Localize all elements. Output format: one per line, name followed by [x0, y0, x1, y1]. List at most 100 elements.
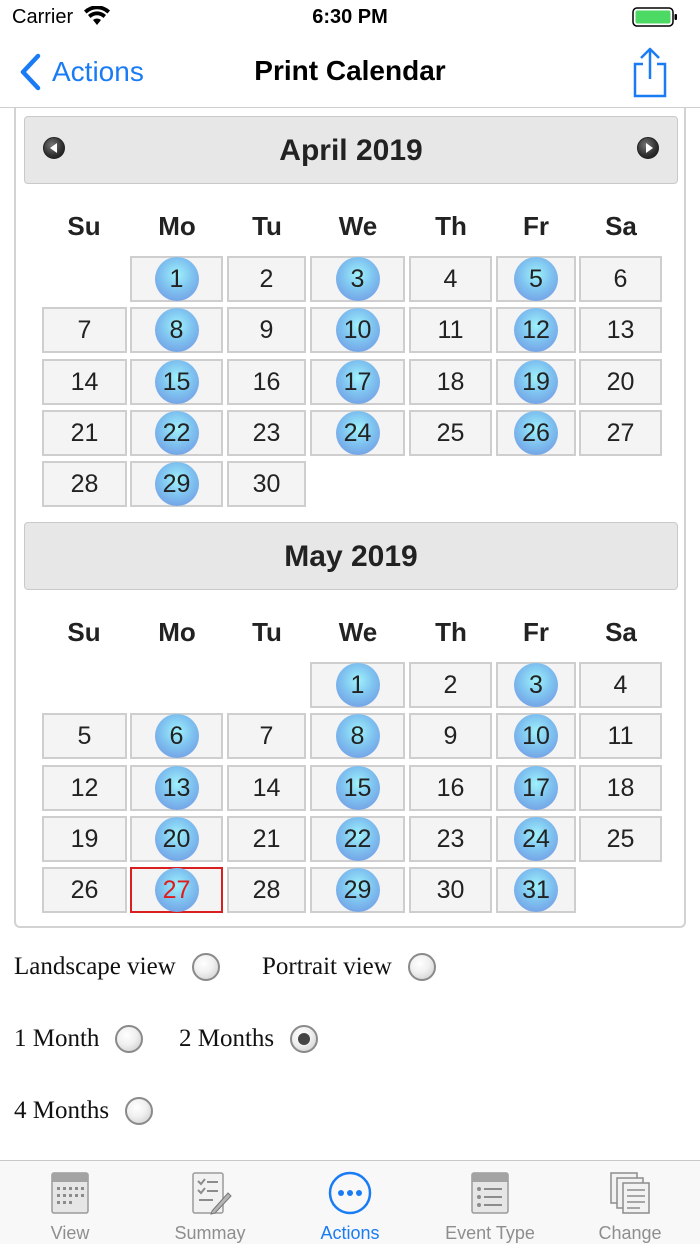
four-months-radio[interactable] — [125, 1097, 154, 1125]
portrait-view-option[interactable]: Portrait view — [262, 950, 436, 984]
calendar-day[interactable]: 12 — [496, 307, 576, 353]
weekday-label: Mo — [158, 617, 196, 647]
calendar-day-today[interactable]: 27 — [130, 867, 223, 913]
calendar-day[interactable]: 9 — [409, 713, 492, 759]
calendar-day[interactable]: 8 — [130, 307, 223, 353]
calendar-day[interactable]: 21 — [42, 410, 127, 456]
chevron-left-icon — [20, 53, 41, 91]
tab-actions-label: Actions — [320, 1223, 380, 1243]
calendar-day[interactable]: 5 — [496, 256, 576, 302]
calendar-day[interactable]: 30 — [409, 867, 492, 913]
calendar-day[interactable]: 18 — [409, 359, 492, 405]
calendar-day[interactable]: 10 — [496, 713, 576, 759]
calendar-day-number: 13 — [162, 774, 191, 802]
tab-view[interactable]: View — [0, 1161, 140, 1244]
calendar-day-number: 16 — [436, 774, 465, 802]
documents-icon — [610, 1172, 650, 1214]
calendar-day[interactable]: 2 — [409, 662, 492, 708]
calendar-day[interactable]: 8 — [310, 713, 405, 759]
calendar-day[interactable]: 20 — [579, 359, 662, 405]
calendar-day[interactable]: 7 — [42, 307, 127, 353]
four-months-option[interactable]: 4 Months — [14, 1094, 154, 1128]
calendar-day[interactable]: 23 — [227, 410, 306, 456]
landscape-view-option[interactable]: Landscape view — [14, 950, 220, 984]
calendar-day[interactable]: 30 — [227, 461, 306, 507]
calendar-day[interactable]: 28 — [227, 867, 306, 913]
calendar-day[interactable]: 12 — [42, 765, 127, 811]
calendar-day[interactable]: 5 — [42, 713, 127, 759]
calendar-day[interactable]: 6 — [579, 256, 662, 302]
calendar-day[interactable]: 11 — [409, 307, 492, 353]
tab-actions[interactable]: Actions — [280, 1161, 420, 1244]
calendar-day[interactable]: 21 — [227, 816, 306, 862]
calendar-day[interactable]: 22 — [310, 816, 405, 862]
portrait-view-radio[interactable] — [407, 953, 436, 981]
calendar-day[interactable]: 31 — [496, 867, 576, 913]
calendar-day[interactable]: 29 — [130, 461, 223, 507]
tab-change[interactable]: Change — [560, 1161, 700, 1244]
calendar-day[interactable]: 15 — [130, 359, 223, 405]
calendar-day[interactable]: 17 — [496, 765, 576, 811]
calendar-day[interactable]: 11 — [579, 713, 662, 759]
calendar-day-number: 1 — [350, 671, 365, 699]
landscape-view-radio[interactable] — [191, 953, 220, 981]
two-months-radio[interactable] — [290, 1025, 319, 1053]
share-button[interactable] — [630, 46, 670, 98]
calendar-day[interactable]: 6 — [130, 713, 223, 759]
weekday-label: Fr — [523, 617, 549, 647]
calendar-day[interactable]: 26 — [496, 410, 576, 456]
two-months-label: 2 Months — [179, 1025, 275, 1052]
calendar-day[interactable]: 16 — [227, 359, 306, 405]
calendar-day[interactable]: 9 — [227, 307, 306, 353]
battery-icon — [632, 7, 677, 27]
calendar-day[interactable]: 14 — [227, 765, 306, 811]
calendar-day-number: 23 — [436, 825, 465, 853]
share-icon — [633, 47, 667, 98]
calendar-day[interactable]: 16 — [409, 765, 492, 811]
back-button[interactable]: Actions — [18, 52, 144, 92]
calendar-day[interactable]: 3 — [496, 662, 576, 708]
calendar-day[interactable]: 25 — [579, 816, 662, 862]
calendar-day[interactable]: 26 — [42, 867, 127, 913]
calendar-day-number: 22 — [343, 825, 372, 853]
calendar-day[interactable]: 17 — [310, 359, 405, 405]
calendar-day[interactable]: 7 — [227, 713, 306, 759]
calendar-day[interactable]: 4 — [409, 256, 492, 302]
calendar-day-number: 19 — [522, 368, 550, 396]
calendar-day[interactable]: 22 — [130, 410, 223, 456]
calendar-day[interactable]: 28 — [42, 461, 127, 507]
one-month-radio[interactable] — [115, 1025, 144, 1053]
calendar-day[interactable]: 13 — [130, 765, 223, 811]
calendar-day[interactable]: 18 — [579, 765, 662, 811]
calendar-day[interactable]: 2 — [227, 256, 306, 302]
calendar-day-number: 10 — [343, 316, 372, 344]
calendar-day[interactable]: 1 — [310, 662, 405, 708]
calendar-day[interactable]: 19 — [496, 359, 576, 405]
calendar-day[interactable]: 24 — [310, 410, 405, 456]
weekday-label: Su — [67, 211, 101, 241]
two-months-option[interactable]: 2 Months — [179, 1022, 319, 1056]
month-header: April 2019 — [24, 116, 678, 184]
calendar-day[interactable]: 24 — [496, 816, 576, 862]
calendar-day[interactable]: 29 — [310, 867, 405, 913]
calendar-day[interactable]: 15 — [310, 765, 405, 811]
calendar-day[interactable]: 10 — [310, 307, 405, 353]
tab-summay[interactable]: Summay — [140, 1161, 280, 1244]
weekday-label: Th — [435, 617, 467, 647]
one-month-option[interactable]: 1 Month — [14, 1022, 144, 1056]
status-time: 6:30 PM — [312, 6, 388, 28]
calendar-day[interactable]: 20 — [130, 816, 223, 862]
calendar-day[interactable]: 3 — [310, 256, 405, 302]
calendar-day[interactable]: 19 — [42, 816, 127, 862]
calendar-day[interactable]: 27 — [579, 410, 662, 456]
calendar-day[interactable]: 25 — [409, 410, 492, 456]
calendar-day[interactable]: 14 — [42, 359, 127, 405]
calendar-day[interactable]: 13 — [579, 307, 662, 353]
calendar-day-number: 5 — [77, 722, 92, 750]
calendar-day[interactable]: 23 — [409, 816, 492, 862]
calendar-day-number: 31 — [522, 876, 550, 904]
tab-event-type[interactable]: Event Type — [420, 1161, 560, 1244]
calendar-day-number: 4 — [613, 671, 628, 699]
calendar-day[interactable]: 4 — [579, 662, 662, 708]
calendar-day[interactable]: 1 — [130, 256, 223, 302]
